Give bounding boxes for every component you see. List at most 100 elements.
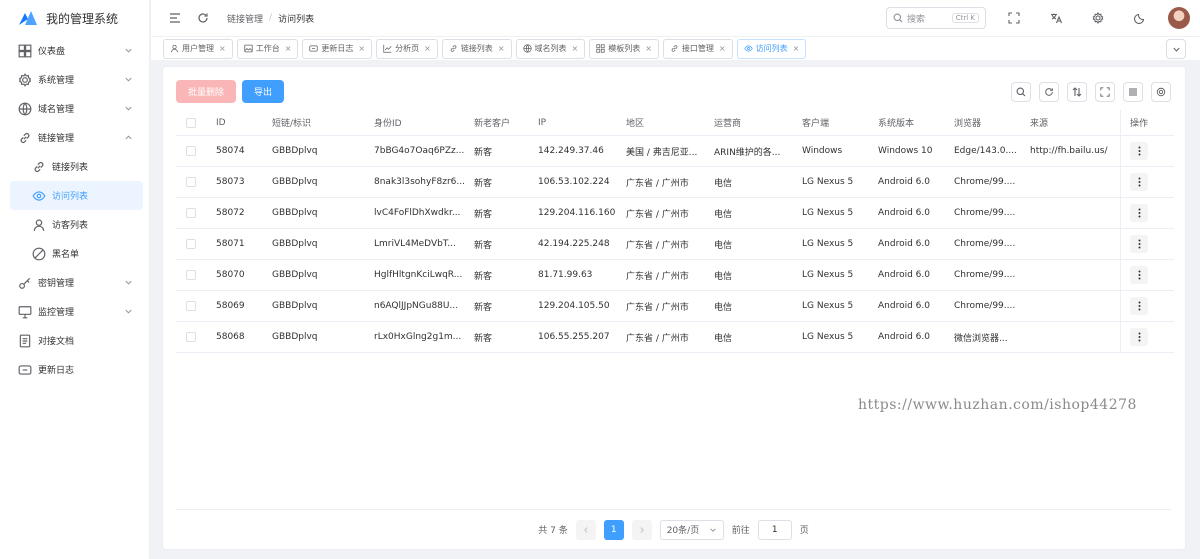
breadcrumb-item[interactable]: 链接管理 xyxy=(227,12,263,25)
tab[interactable]: 链接列表 × xyxy=(441,38,512,59)
next-page-button[interactable] xyxy=(631,519,652,540)
more-actions-icon[interactable] xyxy=(1130,204,1148,222)
table-cell: 新客 xyxy=(474,240,493,251)
translate-icon[interactable] xyxy=(1048,10,1064,26)
close-icon[interactable]: × xyxy=(498,44,505,53)
more-actions-icon[interactable] xyxy=(1130,328,1148,346)
more-actions-icon[interactable] xyxy=(1130,297,1148,315)
sidebar-item[interactable]: 对接文档 xyxy=(0,326,149,355)
close-icon[interactable]: × xyxy=(285,44,292,53)
sidebar-item[interactable]: 监控管理 xyxy=(0,297,149,326)
table-cell: LG Nexus 5 xyxy=(802,332,854,342)
table-cell: 电信 xyxy=(714,271,733,282)
tab-label: 工作台 xyxy=(255,44,280,53)
table-row[interactable]: 58073 GBBDplvq 8nak3l3sohyF8zr6... 新客 106.53… xyxy=(176,167,1174,198)
sidebar-item[interactable]: 密钥管理 xyxy=(0,268,149,297)
brand[interactable]: 我的管理系统 xyxy=(0,0,149,36)
sidebar-item[interactable]: 更新日志 xyxy=(0,355,149,384)
search-icon[interactable] xyxy=(1011,81,1031,102)
table-row[interactable]: 58068 GBBDplvq rLx0HxGlng2g1m... 新客 106.55.2… xyxy=(176,322,1174,353)
close-icon[interactable]: × xyxy=(572,44,579,53)
prev-page-button[interactable] xyxy=(575,519,596,540)
goto-page-input[interactable]: 1 xyxy=(757,519,792,540)
table-cell: rLx0HxGlng2g1m... xyxy=(374,332,462,342)
page-number-current[interactable]: 1 xyxy=(603,519,624,540)
tab[interactable]: 工作台 × xyxy=(236,38,299,59)
table-cell: 新客 xyxy=(474,147,493,158)
refresh-icon[interactable] xyxy=(195,10,211,26)
close-icon[interactable]: × xyxy=(219,44,226,53)
export-button[interactable]: 导出 xyxy=(242,80,285,103)
sidebar-item[interactable]: 域名管理 xyxy=(0,94,149,123)
table-cell: 129.204.116.160 xyxy=(538,208,616,218)
content-card: 批量删除 导出 ID 短链/标识 身份ID 新老客户 IP 地区 运营商 客户端 系统版本 浏览器… xyxy=(162,66,1186,550)
sidebar-item[interactable]: 系统管理 xyxy=(0,65,149,94)
sidebar-item[interactable]: 访客列表 xyxy=(0,210,149,239)
log-icon xyxy=(309,45,319,52)
table-row[interactable]: 58069 GBBDplvq n6AQlJJpNGu88U... 新客 129.204.… xyxy=(176,291,1174,322)
sidebar-item[interactable]: 黑名单 xyxy=(0,239,149,268)
sidebar-item[interactable]: 链接列表 xyxy=(0,152,149,181)
row-actions-cell xyxy=(1120,322,1174,352)
batch-delete-button[interactable]: 批量删除 xyxy=(176,80,237,103)
tab[interactable]: 访问列表 × xyxy=(736,38,807,59)
row-actions-cell xyxy=(1120,260,1174,290)
close-icon[interactable]: × xyxy=(719,44,726,53)
more-actions-icon[interactable] xyxy=(1130,142,1148,160)
theme-moon-icon[interactable] xyxy=(1132,10,1148,26)
tab[interactable]: 用户管理 × xyxy=(163,38,233,59)
table-row[interactable]: 58071 GBBDplvq LmriVL4MeDVbT... 新客 42.194.22… xyxy=(176,229,1174,260)
row-checkbox[interactable] xyxy=(176,177,216,187)
tab-label: 更新日志 xyxy=(321,44,354,53)
search-input[interactable]: 搜索 Ctrl K xyxy=(886,7,986,29)
row-checkbox[interactable] xyxy=(176,146,216,156)
tab[interactable]: 更新日志 × xyxy=(302,38,373,59)
fullscreen-icon[interactable] xyxy=(1095,81,1115,102)
menu-toggle-icon[interactable] xyxy=(167,10,183,26)
row-checkbox[interactable] xyxy=(176,301,216,311)
sort-icon[interactable] xyxy=(1067,81,1087,102)
row-checkbox[interactable] xyxy=(176,239,216,249)
table-cell: Edge/143.0.... xyxy=(954,146,1017,156)
row-checkbox[interactable] xyxy=(176,332,216,342)
tab[interactable]: 模板列表 × xyxy=(589,38,659,59)
table-cell: 广东省 / 广州市 xyxy=(626,271,689,282)
more-actions-icon[interactable] xyxy=(1130,173,1148,191)
settings-icon[interactable] xyxy=(1090,10,1106,26)
breadcrumb-current: 访问列表 xyxy=(278,14,315,25)
column-settings-icon[interactable] xyxy=(1151,81,1171,102)
table-row[interactable]: 58070 GBBDplvq HglfHltgnKciLwqR... 新客 81.71.… xyxy=(176,260,1174,291)
tab[interactable]: 域名列表 × xyxy=(515,38,586,59)
select-all-checkbox[interactable] xyxy=(176,117,216,128)
density-icon[interactable] xyxy=(1123,81,1143,102)
row-checkbox[interactable] xyxy=(176,270,216,280)
table-row[interactable]: 58074 GBBDplvq 7bBG4o7Oaq6PZz... 新客 142.249.… xyxy=(176,136,1174,167)
row-checkbox[interactable] xyxy=(176,208,216,218)
tab[interactable]: 接口管理 × xyxy=(662,38,733,59)
refresh-icon[interactable] xyxy=(1039,81,1059,102)
more-actions-icon[interactable] xyxy=(1130,266,1148,284)
sidebar-item[interactable]: 链接管理 xyxy=(0,123,149,152)
row-actions-cell xyxy=(1120,229,1174,259)
tab[interactable]: 分析页 × xyxy=(376,38,438,59)
close-icon[interactable]: × xyxy=(793,44,800,53)
sidebar-item[interactable]: 访问列表 xyxy=(10,181,143,210)
logo-icon xyxy=(18,10,38,26)
avatar[interactable] xyxy=(1168,7,1190,29)
table-row[interactable]: 58072 GBBDplvq lvC4FoFlDhXwdkr... 新客 129.204… xyxy=(176,198,1174,229)
close-icon[interactable]: × xyxy=(358,44,365,53)
table-cell: lvC4FoFlDhXwdkr... xyxy=(374,208,461,218)
sidebar-item[interactable]: 仪表盘 xyxy=(0,36,149,65)
page-size-select[interactable]: 20条/页 xyxy=(659,519,724,540)
table-cell: 新客 xyxy=(474,178,493,189)
chevron-down-icon xyxy=(125,309,132,314)
tabs-more-button[interactable] xyxy=(1166,39,1186,59)
tab-label: 访问列表 xyxy=(755,44,788,53)
pagination: 共 7 条 1 20条/页 前往 1 页 xyxy=(176,509,1171,549)
close-icon[interactable]: × xyxy=(424,44,431,53)
more-actions-icon[interactable] xyxy=(1130,235,1148,253)
table-cell: GBBDplvq xyxy=(272,146,318,156)
fullscreen-icon[interactable] xyxy=(1006,10,1022,26)
sidebar-item-label: 黑名单 xyxy=(52,250,80,260)
close-icon[interactable]: × xyxy=(645,44,652,53)
